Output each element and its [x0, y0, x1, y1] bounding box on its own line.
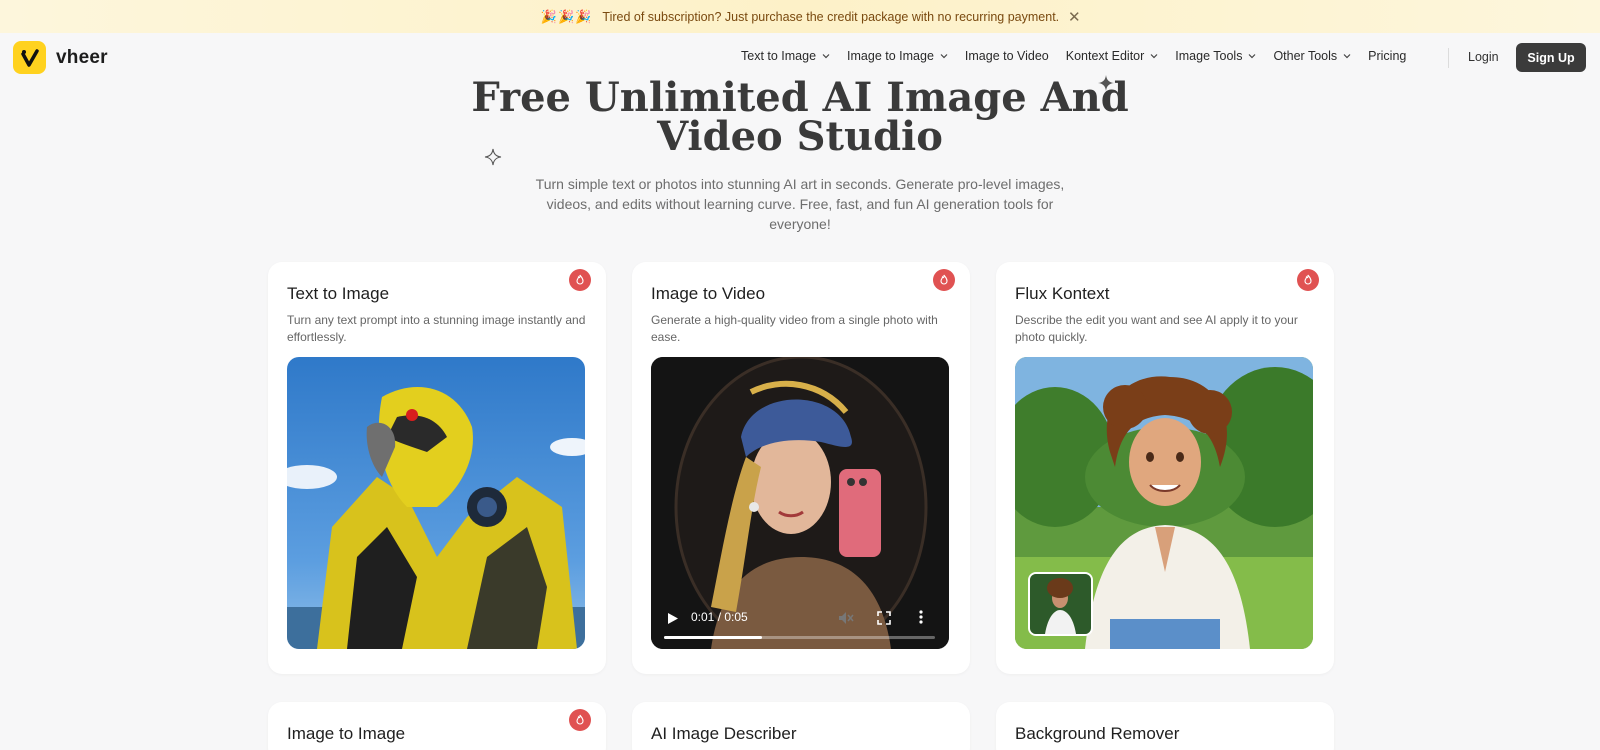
sparkle-outline-icon	[484, 148, 502, 166]
mute-icon[interactable]	[838, 611, 854, 625]
video-progress-fill	[664, 636, 762, 639]
card-title: Text to Image	[287, 284, 390, 303]
nav-item-label: Image to Image	[847, 49, 934, 63]
more-vertical-icon[interactable]	[919, 610, 923, 624]
fire-icon	[933, 269, 955, 291]
chevron-down-icon	[1150, 54, 1158, 59]
card-ai-image-describer[interactable]: AI Image Describer	[632, 702, 970, 750]
nav-item-label: Text to Image	[741, 49, 817, 63]
login-link[interactable]: Login	[1468, 50, 1499, 64]
brand-name: vheer	[56, 46, 108, 68]
card-background-remover[interactable]: Background Remover	[996, 702, 1334, 750]
page-title-line-2: Video Studio	[657, 113, 943, 160]
nav-item-label: Kontext Editor	[1065, 49, 1145, 63]
fire-icon	[1297, 269, 1319, 291]
play-icon[interactable]	[667, 612, 679, 625]
nav-item-image-to-video[interactable]: Image to Video	[965, 49, 1049, 63]
nav-menu: Text to Image Image to Image Image to Vi…	[741, 49, 1423, 63]
page-subtitle: Turn simple text or photos into stunning…	[535, 176, 1065, 232]
page-title: Free Unlimited AI Image And Video Studio	[0, 78, 1600, 157]
video-controls: 0:01 / 0:05	[651, 597, 949, 649]
party-popper-icon: 🎉🎉🎉	[540, 8, 593, 24]
nav-item-label: Image to Video	[964, 49, 1049, 63]
card-title: Flux Kontext	[1015, 284, 1110, 303]
nav-item-pricing[interactable]: Pricing	[1368, 49, 1406, 63]
promo-banner: 🎉🎉🎉 Tired of subscription? Just purchase…	[0, 0, 1600, 33]
nav-divider	[1448, 48, 1449, 68]
card-text-to-image[interactable]: Text to Image Turn any text prompt into …	[268, 262, 606, 674]
nav-item-label: Image Tools	[1175, 49, 1243, 63]
anime-boy-image[interactable]	[1015, 357, 1313, 649]
card-description: Generate a high-quality video from a sin…	[651, 313, 938, 344]
logo-mark-icon	[13, 41, 46, 74]
card-description: Turn any text prompt into a stunning ima…	[287, 313, 586, 344]
card-image-to-video[interactable]: Image to Video Generate a high-quality v…	[632, 262, 970, 674]
card-title: AI Image Describer	[651, 724, 797, 743]
sparkle-icon	[1098, 75, 1114, 91]
fire-icon	[569, 269, 591, 291]
logo[interactable]: vheer	[13, 41, 108, 74]
card-title: Image to Image	[287, 724, 406, 743]
fullscreen-icon[interactable]	[877, 611, 891, 625]
card-description: Describe the edit you want and see AI ap…	[1015, 313, 1298, 344]
banner-message: Tired of subscription? Just purchase the…	[602, 9, 1060, 24]
fire-icon	[569, 709, 591, 731]
card-flux-kontext[interactable]: Flux Kontext Describe the edit you want …	[996, 262, 1334, 674]
nav-item-kontext-editor[interactable]: Kontext Editor	[1066, 49, 1159, 63]
chevron-down-icon	[822, 54, 830, 59]
source-photo-thumbnail[interactable]	[1028, 572, 1093, 636]
card-title: Image to Video	[651, 284, 766, 303]
nav-item-text-to-image[interactable]: Text to Image	[741, 49, 830, 63]
nav-item-image-tools[interactable]: Image Tools	[1175, 49, 1256, 63]
nav-item-label: Pricing	[1368, 49, 1407, 63]
chevron-down-icon	[940, 54, 948, 59]
nav-item-other-tools[interactable]: Other Tools	[1273, 49, 1351, 63]
girl-with-pearl-earring-video[interactable]: 0:01 / 0:05	[651, 357, 949, 649]
card-title: Background Remover	[1015, 724, 1180, 743]
close-icon[interactable]: ✕	[1068, 8, 1081, 26]
chevron-down-icon	[1249, 54, 1256, 59]
nav-item-image-to-image[interactable]: Image to Image	[847, 49, 948, 63]
chevron-down-icon	[1343, 54, 1351, 59]
video-progress-track[interactable]	[664, 636, 935, 639]
nav-item-label: Other Tools	[1273, 49, 1338, 63]
robot-eagle-image[interactable]	[287, 357, 585, 649]
signup-button[interactable]: Sign Up	[1516, 43, 1586, 72]
card-image-to-image[interactable]: Image to Image	[268, 702, 606, 750]
video-time: 0:01 / 0:05	[691, 610, 748, 624]
